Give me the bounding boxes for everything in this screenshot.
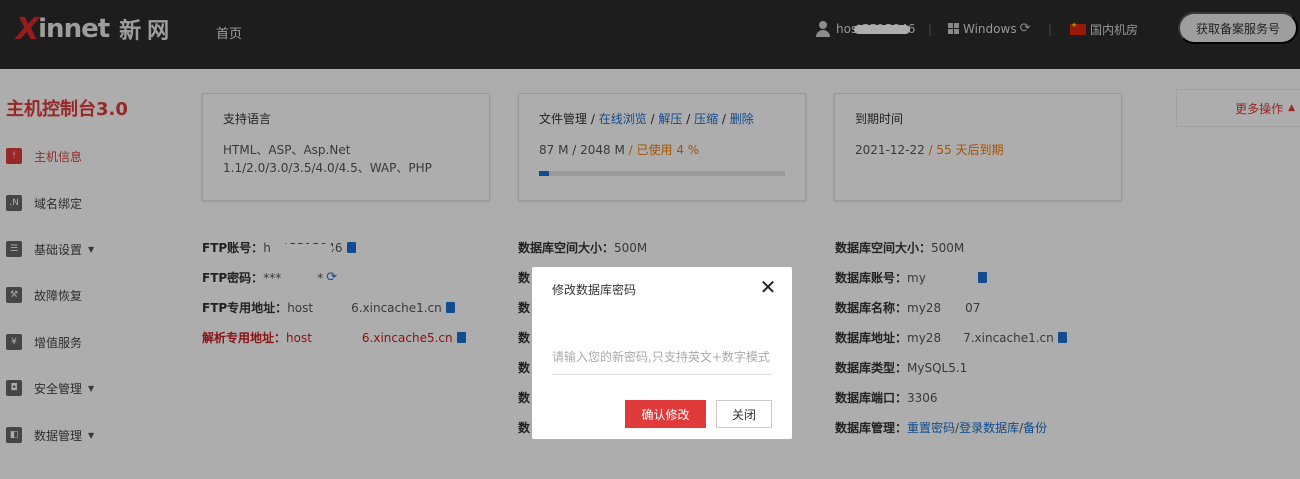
- dialog-title: 修改数据库密码: [552, 283, 637, 297]
- confirm-change-button[interactable]: 确认修改: [625, 400, 706, 428]
- change-db-password-dialog: 修改数据库密码 ✕ 确认修改 关闭: [532, 267, 792, 439]
- new-password-input[interactable]: [552, 339, 772, 375]
- close-dialog-button[interactable]: 关闭: [716, 400, 772, 428]
- close-icon[interactable]: ✕: [758, 277, 778, 297]
